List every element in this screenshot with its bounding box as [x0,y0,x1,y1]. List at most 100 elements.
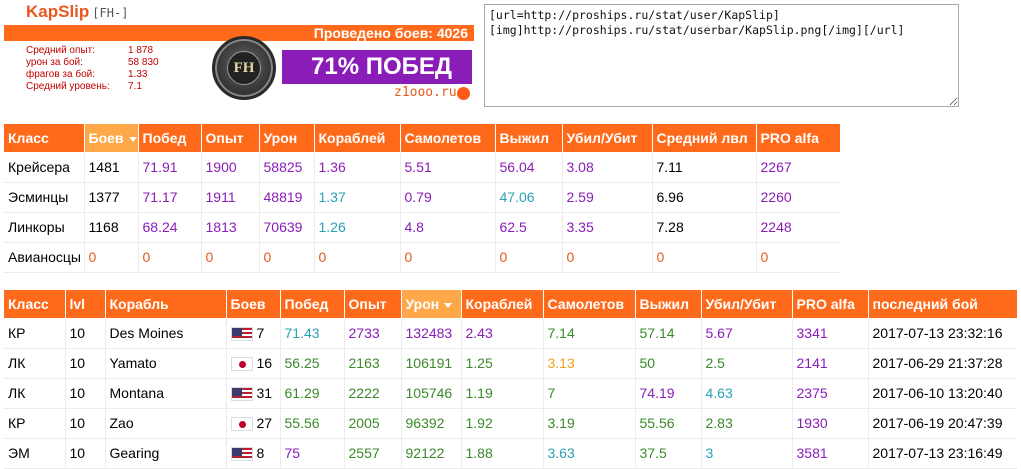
ship-col-9[interactable]: Выжил [635,290,702,319]
battles-value: 27 [256,414,273,431]
table-cell: ЛК [4,378,66,409]
site-link[interactable]: z1ooo.ru [394,84,457,102]
table-cell: 55.56 [280,408,345,439]
clan-logo-icon: FH [212,36,276,100]
class-col-5[interactable]: Кораблей [314,124,401,153]
table-cell: 3.13 [543,348,636,379]
table-cell: 61.29 [280,378,345,409]
table-cell: 92122 [401,438,462,469]
battles-value: 31 [256,384,273,401]
column-header-label: Боев [88,129,124,146]
table-cell: 50 [635,348,702,379]
ship-col-11[interactable]: PRO alfa [792,290,869,319]
stat-label: Средний уровень: [26,81,110,92]
class-col-6[interactable]: Самолетов [400,124,496,153]
table-cell: 55.56 [635,408,702,439]
battles-value: 7 [256,324,265,341]
table-cell: 2.59 [562,182,653,213]
ship-col-0[interactable]: Класс [4,290,66,319]
class-col-0[interactable]: Класс [4,124,85,153]
table-cell: 58825 [259,152,315,183]
table-cell: 1.37 [314,182,401,213]
table-cell: 1481 [84,152,139,183]
column-header-label: Корабль [109,295,169,312]
table-cell: 1.36 [314,152,401,183]
ship-col-7[interactable]: Кораблей [461,290,544,319]
class-col-4[interactable]: Урон [259,124,315,153]
table-cell: 0 [562,242,653,273]
table-cell: 1.25 [461,348,544,379]
table-cell: 10 [65,348,106,379]
ship-name[interactable]: Des Moines [105,318,227,349]
table-cell: 2005 [344,408,402,439]
table-cell: 2.43 [461,318,544,349]
class-col-9[interactable]: Средний лвл [652,124,757,153]
table-cell: 16 [226,348,281,379]
table-row[interactable]: ЛК 10 Yamato 16 56.25 2163 106191 1.25 3.13 50 2.5… [4,348,1017,379]
column-header-label: lvl [69,295,86,312]
table-cell: 2375 [792,378,869,409]
ship-col-2[interactable]: Корабль [105,290,227,319]
ship-stats-table: Класс lvl Корабль Боев Побед Опыт Урон Кораблей… [4,290,1017,469]
table-cell: 56.25 [280,348,345,379]
table-row[interactable]: КР 10 Des Moines 7 71.43 2733 132483 2.43 7.14 57… [4,318,1017,349]
ship-col-6[interactable]: Урон [401,290,462,319]
table-cell: 10 [65,378,106,409]
ship-name[interactable]: Gearing [105,438,227,469]
column-header-label: Убил/Убит [705,295,777,312]
column-header-label: Убил/Убит [566,129,638,146]
table-cell: 106191 [401,348,462,379]
table-cell: 37.5 [635,438,702,469]
class-stats-table: Класс Боев Побед Опыт Урон Кораблей Самолетов В… [4,124,840,273]
ship-col-3[interactable]: Боев [226,290,281,319]
column-header-label: PRO alfa [760,129,819,146]
table-cell: 31 [226,378,281,409]
table-cell: 7.28 [652,212,757,243]
table-row: Линкоры 1168 68.24 1813 70639 1.26 4.8 62.5 3.35… [4,212,840,243]
ship-col-4[interactable]: Побед [280,290,345,319]
table-row[interactable]: ЭМ 10 Gearing 8 75 2557 92122 1.88 3.63 37.5 3 3581… [4,438,1017,469]
table-cell: 57.14 [635,318,702,349]
table-cell: 1900 [201,152,260,183]
table-row[interactable]: ЛК 10 Montana 31 61.29 2222 105746 1.19 7 74.19 4.… [4,378,1017,409]
table-cell: 70639 [259,212,315,243]
table-cell: 7 [543,378,636,409]
class-col-2[interactable]: Побед [138,124,202,153]
column-header-label: Самолетов [404,129,482,146]
stat-value: 58 830 [128,57,159,68]
table-cell: Линкоры [4,212,85,243]
table-row: Эсминцы 1377 71.17 1911 48819 1.37 0.79 47.06 2.… [4,182,840,213]
table-cell: 2017-07-13 23:32:16 [868,318,1017,349]
column-header-label: Выжил [499,129,550,146]
bbcode-textarea[interactable] [484,4,959,107]
userbar-banner: KapSlip [FH-] Проведено боев: 4026 Средни… [0,0,477,108]
class-col-7[interactable]: Выжил [495,124,563,153]
table-cell: 1930 [792,408,869,439]
class-col-3[interactable]: Опыт [201,124,260,153]
ship-name[interactable]: Zao [105,408,227,439]
table-cell: 0 [314,242,401,273]
ship-col-1[interactable]: lvl [65,290,106,319]
ship-col-5[interactable]: Опыт [344,290,402,319]
ship-name[interactable]: Yamato [105,348,227,379]
column-header-label: Урон [405,295,440,312]
table-cell: 74.19 [635,378,702,409]
userbar-title: KapSlip [FH-] [26,1,128,22]
column-header-label: Опыт [348,295,387,312]
sort-desc-icon [128,136,137,142]
ship-name[interactable]: Montana [105,378,227,409]
clan-tag: [FH-] [92,6,129,20]
ship-col-12[interactable]: последний бой [868,290,1017,319]
table-cell: 7.14 [543,318,636,349]
table-cell: 96392 [401,408,462,439]
table-row[interactable]: КР 10 Zao 27 55.56 2005 96392 1.92 3.19 55.56 2.83… [4,408,1017,439]
ship-col-8[interactable]: Самолетов [543,290,636,319]
table-cell: 48819 [259,182,315,213]
ship-col-10[interactable]: Убил/Убит [701,290,793,319]
class-col-10[interactable]: PRO alfa [756,124,840,153]
table-cell: 71.91 [138,152,202,183]
table-cell: 10 [65,318,106,349]
column-header-label: Урон [263,129,298,146]
class-col-1[interactable]: Боев [84,124,139,153]
class-col-8[interactable]: Убил/Убит [562,124,653,153]
